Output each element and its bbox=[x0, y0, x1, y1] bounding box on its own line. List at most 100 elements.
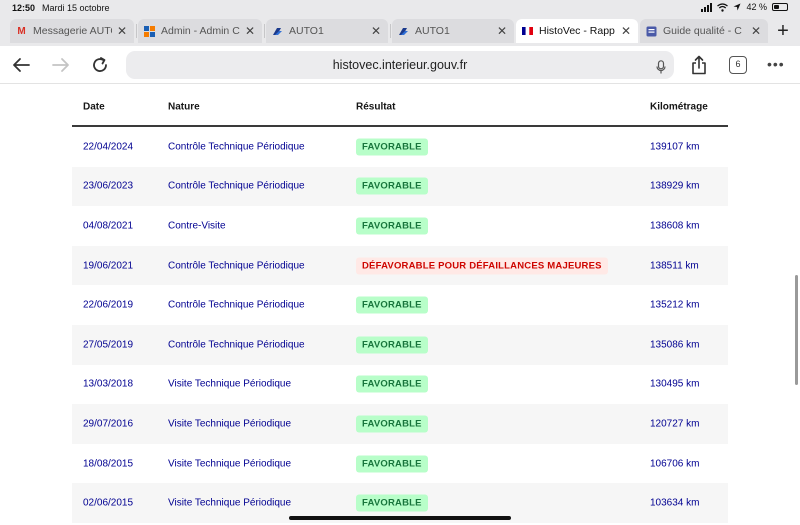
row-nature: Contre-Visite bbox=[168, 220, 226, 232]
status-date: Mardi 15 octobre bbox=[42, 3, 110, 13]
document-icon bbox=[646, 26, 657, 37]
tab-title: AUTO1 bbox=[415, 25, 450, 37]
location-icon bbox=[733, 3, 741, 11]
reload-icon bbox=[93, 57, 107, 72]
row-date: 22/04/2024 bbox=[83, 141, 134, 153]
row-kilometrage: 139107 km bbox=[650, 141, 700, 153]
row-date: 02/06/2015 bbox=[83, 497, 134, 509]
gmail-icon: M bbox=[17, 25, 26, 37]
tab-histovec[interactable]: HistoVec - Rapp ✕ bbox=[516, 19, 638, 43]
favorable-badge: FAVORABLE bbox=[356, 455, 428, 473]
tab-divider bbox=[136, 24, 137, 38]
status-bar: 12:50 Mardi 15 octobre 42 % bbox=[0, 0, 800, 16]
status-time: 12:50 bbox=[12, 3, 36, 13]
tab-admin[interactable]: Admin - Admin C ✕ bbox=[138, 19, 262, 43]
scrollbar[interactable] bbox=[795, 275, 798, 385]
header-kilometrage: Kilométrage bbox=[650, 101, 708, 113]
address-bar[interactable]: histovec.interieur.gouv.fr bbox=[126, 51, 674, 79]
header-resultat: Résultat bbox=[356, 101, 396, 113]
row-nature: Contrôle Technique Périodique bbox=[168, 180, 305, 192]
favorable-badge: FAVORABLE bbox=[356, 217, 428, 235]
header-date: Date bbox=[83, 101, 105, 113]
close-icon[interactable]: ✕ bbox=[116, 24, 128, 38]
row-kilometrage: 138511 km bbox=[650, 260, 699, 272]
row-resultat: FAVORABLE bbox=[356, 177, 428, 195]
share-icon bbox=[692, 55, 706, 75]
wifi-icon bbox=[717, 2, 729, 12]
table-row: 27/05/2019 Contrôle Technique Périodique F… bbox=[72, 324, 728, 365]
table-row: 29/07/2016 Visite Technique Périodique FAV… bbox=[72, 404, 728, 444]
table-row: 22/04/2024 Contrôle Technique Périodique F… bbox=[72, 127, 728, 167]
row-resultat: FAVORABLE bbox=[356, 455, 428, 473]
row-resultat: FAVORABLE bbox=[356, 375, 428, 393]
url-text: histovec.interieur.gouv.fr bbox=[332, 58, 468, 72]
tab-title: Admin - Admin C bbox=[161, 25, 240, 37]
favorable-badge: FAVORABLE bbox=[356, 296, 428, 314]
table-header: Date Nature Résultat Kilométrage bbox=[72, 89, 728, 127]
row-kilometrage: 103634 km bbox=[650, 497, 700, 509]
row-nature: Contrôle Technique Périodique bbox=[168, 141, 305, 153]
row-nature: Contrôle Technique Périodique bbox=[168, 299, 305, 311]
row-nature: Contrôle Technique Périodique bbox=[168, 339, 305, 351]
table-row: 19/06/2021 Contrôle Technique Périodique D… bbox=[72, 245, 728, 286]
new-tab-button[interactable]: + bbox=[772, 20, 794, 42]
share-button[interactable] bbox=[688, 54, 710, 76]
microphone-icon[interactable] bbox=[656, 57, 666, 85]
row-kilometrage: 135086 km bbox=[650, 339, 700, 351]
row-date: 18/08/2015 bbox=[83, 458, 134, 470]
row-date: 13/03/2018 bbox=[83, 378, 134, 390]
close-icon[interactable]: ✕ bbox=[244, 24, 256, 38]
row-nature: Visite Technique Périodique bbox=[168, 458, 292, 470]
close-icon[interactable]: ✕ bbox=[370, 24, 382, 38]
row-resultat: FAVORABLE bbox=[356, 415, 428, 433]
page-content: Date Nature Résultat Kilométrage 22/04/2… bbox=[0, 85, 800, 525]
row-nature: Visite Technique Périodique bbox=[168, 378, 292, 390]
battery-icon bbox=[772, 3, 788, 11]
battery-percent: 42 % bbox=[746, 2, 767, 12]
tab-divider bbox=[390, 24, 391, 38]
admin-icon bbox=[144, 25, 155, 37]
row-resultat: DÉFAVORABLE POUR DÉFAILLANCES MAJEURES bbox=[356, 257, 608, 275]
favorable-badge: FAVORABLE bbox=[356, 138, 428, 156]
header-nature: Nature bbox=[168, 101, 200, 113]
favorable-badge: FAVORABLE bbox=[356, 336, 428, 354]
favorable-badge: FAVORABLE bbox=[356, 177, 428, 195]
tab-messagerie[interactable]: M Messagerie AUTO1 ✕ bbox=[10, 19, 134, 43]
row-date: 27/05/2019 bbox=[83, 339, 134, 351]
table-row: 13/03/2018 Visite Technique Périodique FAV… bbox=[72, 365, 728, 405]
arrow-right-icon bbox=[52, 58, 69, 72]
tab-title: AUTO1 bbox=[289, 25, 324, 37]
row-date: 19/06/2021 bbox=[83, 260, 134, 272]
close-icon[interactable]: ✕ bbox=[620, 24, 632, 38]
row-date: 29/07/2016 bbox=[83, 418, 134, 430]
french-flag-icon bbox=[522, 26, 533, 37]
row-resultat: FAVORABLE bbox=[356, 138, 428, 156]
defavorable-badge: DÉFAVORABLE POUR DÉFAILLANCES MAJEURES bbox=[356, 257, 608, 275]
row-kilometrage: 138929 km bbox=[650, 180, 700, 192]
close-icon[interactable]: ✕ bbox=[496, 24, 508, 38]
tab-auto1-second[interactable]: AUTO1 ✕ bbox=[392, 19, 514, 43]
tab-title: Guide qualité - C bbox=[663, 25, 742, 37]
signal-icon bbox=[701, 2, 713, 12]
tab-guide-qualite[interactable]: Guide qualité - C ✕ bbox=[640, 19, 768, 43]
table-row: 23/06/2023 Contrôle Technique Périodique F… bbox=[72, 166, 728, 207]
tab-count-button[interactable]: 6 bbox=[729, 56, 747, 74]
row-nature: Visite Technique Périodique bbox=[168, 418, 292, 430]
back-button[interactable] bbox=[10, 54, 32, 76]
row-date: 22/06/2019 bbox=[83, 299, 134, 311]
row-resultat: FAVORABLE bbox=[356, 336, 428, 354]
row-nature: Visite Technique Périodique bbox=[168, 497, 292, 509]
row-resultat: FAVORABLE bbox=[356, 217, 428, 235]
table-body: 22/04/2024 Contrôle Technique Périodique F… bbox=[72, 127, 728, 523]
table-row: 04/08/2021 Contre-Visite FAVORABLE 138608 k… bbox=[72, 206, 728, 246]
more-menu-icon[interactable]: ••• bbox=[767, 56, 785, 72]
status-right: 42 % bbox=[701, 2, 788, 12]
tab-auto1-first[interactable]: AUTO1 ✕ bbox=[266, 19, 388, 43]
home-indicator[interactable] bbox=[289, 516, 511, 520]
tab-title: Messagerie AUTO1 bbox=[33, 25, 112, 37]
reload-button[interactable] bbox=[89, 54, 111, 76]
close-icon[interactable]: ✕ bbox=[750, 24, 762, 38]
row-kilometrage: 138608 km bbox=[650, 220, 700, 232]
controle-technique-table: Date Nature Résultat Kilométrage 22/04/2… bbox=[72, 89, 728, 523]
forward-button[interactable] bbox=[50, 54, 72, 76]
